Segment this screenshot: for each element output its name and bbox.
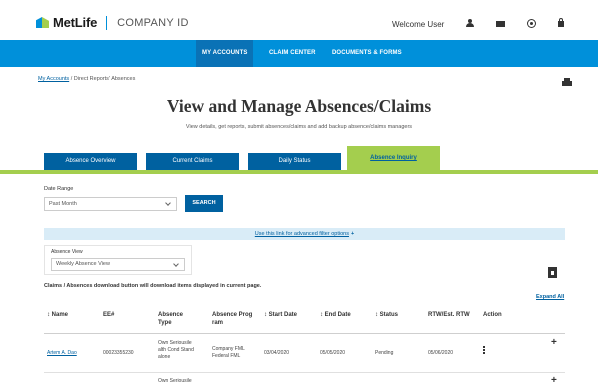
nav-claim-center[interactable]: CLAIM CENTER: [263, 40, 322, 67]
main-nav: MY ACCOUNTS CLAIM CENTER DOCUMENTS & FOR…: [0, 40, 598, 67]
metlife-logo-mark-icon: [36, 17, 49, 28]
printer-icon[interactable]: [562, 78, 572, 88]
gear-icon[interactable]: [528, 20, 535, 27]
page-subtitle: View details, get reports, submit absenc…: [185, 124, 413, 130]
advanced-filter-bar: Use this link for advanced filter option…: [44, 228, 565, 240]
tab-underline: [0, 170, 598, 174]
date-range-label: Date Range: [44, 186, 74, 192]
table-header-divider: [44, 333, 565, 334]
page-title: View and Manage Absences/Claims: [166, 96, 432, 116]
download-icon[interactable]: [548, 267, 557, 278]
date-range-value: Past Month: [49, 201, 77, 207]
chevron-down-icon: [173, 261, 179, 267]
employee-number: 00023355230: [103, 350, 134, 356]
expand-row-icon[interactable]: +: [551, 338, 557, 348]
expand-all-link[interactable]: Expand All: [536, 294, 564, 300]
status: Pending: [375, 350, 394, 356]
column-header-name[interactable]: ↕ Name: [47, 311, 68, 319]
absence-type: Own Seriousile: [158, 378, 192, 384]
table-row-divider: [44, 372, 565, 373]
breadcrumb: My Accounts / Direct Reports' Absences: [38, 76, 135, 82]
column-header-status[interactable]: ↕ Status: [375, 311, 398, 319]
mail-icon[interactable]: [496, 21, 505, 27]
tab-absence-inquiry[interactable]: Absence Inquiry: [347, 146, 440, 170]
column-header-rtw: RTW/Est. RTW: [428, 312, 470, 318]
tab-current-claims[interactable]: Current Claims: [146, 153, 239, 170]
kebab-menu-icon[interactable]: [483, 346, 485, 348]
lock-icon[interactable]: [558, 18, 564, 27]
employee-name-link[interactable]: Artem A. Dao: [47, 350, 77, 357]
product-name: COMPANY ID: [117, 16, 189, 29]
absence-view-label: Absence View: [51, 249, 83, 255]
brand-name: MetLife: [53, 15, 98, 30]
expand-row-icon[interactable]: +: [551, 376, 557, 385]
plus-icon[interactable]: +: [351, 231, 354, 237]
top-bar: MetLife COMPANY ID Welcome User: [0, 0, 598, 40]
nav-documents-forms[interactable]: DOCUMENTS & FORMS: [326, 40, 408, 67]
column-header-absence-type: Absence Type: [158, 312, 184, 326]
date-range-select[interactable]: Past Month: [44, 197, 177, 211]
absence-view-panel: Absence View Weekly Absence View: [44, 245, 192, 275]
absence-view-value: Weekly Absence View: [56, 261, 110, 267]
tab-daily-status[interactable]: Daily Status: [248, 153, 341, 170]
end-date: 05/05/2020: [320, 350, 346, 356]
column-header-end-date[interactable]: ↕ End Date: [320, 311, 351, 319]
nav-my-accounts[interactable]: MY ACCOUNTS: [196, 40, 254, 67]
breadcrumb-my-accounts[interactable]: My Accounts: [38, 76, 69, 82]
advanced-filter-link[interactable]: Use this link for advanced filter option…: [255, 231, 349, 237]
absence-program: Company FML Federal FML: [212, 346, 245, 359]
rtw-date: 05/06/2020: [428, 350, 454, 356]
chevron-down-icon: [165, 200, 171, 206]
logo-divider: [106, 15, 108, 30]
absence-type: Own Seriousile alth Cond Stand alone: [158, 340, 194, 360]
welcome-text: Welcome User: [392, 20, 445, 29]
search-button[interactable]: SEARCH: [185, 195, 223, 212]
column-header-absence-program: Absence Prog ram: [212, 312, 253, 326]
absence-view-select[interactable]: Weekly Absence View: [51, 258, 185, 271]
column-header-action: Action: [483, 312, 502, 318]
column-header-start-date[interactable]: ↕ Start Date: [264, 311, 297, 319]
user-icon[interactable]: [466, 19, 474, 27]
breadcrumb-current: / Direct Reports' Absences: [69, 76, 136, 82]
column-header-ee: EE#: [103, 312, 115, 318]
download-notice: Claims / Absences download button will d…: [44, 283, 262, 289]
start-date: 03/04/2020: [264, 350, 290, 356]
metlife-logo[interactable]: MetLife COMPANY ID: [36, 15, 189, 30]
tab-absence-overview[interactable]: Absence Overview: [44, 153, 137, 170]
